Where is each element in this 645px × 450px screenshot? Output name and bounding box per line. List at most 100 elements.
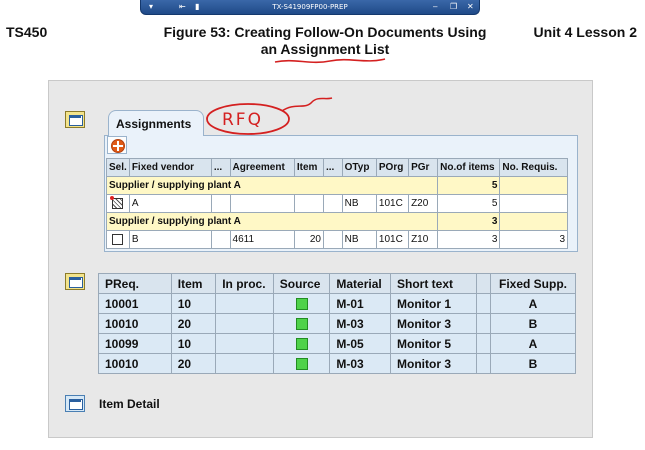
restore-icon[interactable]: ❐ <box>450 0 457 14</box>
item-cell: 10 <box>170 333 217 354</box>
col-no-items[interactable]: No.of items <box>437 158 501 177</box>
short-text-cell: Monitor 1 <box>390 293 477 314</box>
assignments-table: Sel. Fixed vendor ... Agreement Item ...… <box>105 158 568 249</box>
col-pgr[interactable]: PGr <box>408 158 439 177</box>
unit-lesson: Unit 4 Lesson 2 <box>533 24 637 40</box>
more-cell <box>322 230 343 249</box>
item-detail-label[interactable]: Item Detail <box>99 397 160 411</box>
col-source[interactable]: Source <box>272 273 331 294</box>
preq-cell: 10010 <box>98 313 172 334</box>
in-proc-cell <box>215 353 274 374</box>
requisitions-table: PReq. Item In proc. Source Material Shor… <box>98 273 576 374</box>
group-label: Supplier / supplying plant A <box>105 176 439 195</box>
col-item[interactable]: Item <box>293 158 324 177</box>
more-cell <box>322 194 343 213</box>
select-cell[interactable] <box>106 230 130 249</box>
preq-cell: 10001 <box>98 293 172 314</box>
items-cell: 3 <box>437 230 501 249</box>
col-no-requis[interactable]: No. Requis. <box>499 158 568 177</box>
requis-cell: 3 <box>499 230 568 249</box>
create-icon <box>111 139 125 153</box>
requisition-row[interactable]: 10001 10 M-01 Monitor 1 A <box>98 293 576 314</box>
vendor-cell: B <box>128 230 212 249</box>
item-cell: 20 <box>293 230 324 249</box>
source-cell <box>272 313 331 334</box>
blank-cell <box>475 333 492 354</box>
col-agreement[interactable]: Agreement <box>229 158 295 177</box>
material-cell: M-03 <box>329 313 391 334</box>
source-cell <box>272 333 331 354</box>
requisition-row[interactable]: 10010 20 M-03 Monitor 3 B <box>98 313 576 334</box>
source-green-icon[interactable] <box>295 298 308 311</box>
requisition-row[interactable]: 10010 20 M-03 Monitor 3 B <box>98 353 576 374</box>
rfq-annotation: RFQ <box>206 97 333 135</box>
col-fixed-vendor[interactable]: Fixed vendor <box>128 158 212 177</box>
select-checkbox[interactable] <box>112 233 124 245</box>
col-material[interactable]: Material <box>329 273 391 294</box>
close-icon[interactable]: ✕ <box>467 0 474 14</box>
item-cell: 20 <box>170 353 217 374</box>
create-document-button[interactable] <box>107 136 127 154</box>
fixed-supp-cell: B <box>490 353 576 374</box>
pgr-cell: Z20 <box>408 194 439 213</box>
short-text-cell: Monitor 3 <box>390 313 477 334</box>
short-text-cell: Monitor 3 <box>390 353 477 374</box>
otyp-cell: NB <box>341 230 377 249</box>
col-otyp[interactable]: OTyp <box>341 158 377 177</box>
more-cell <box>210 194 231 213</box>
handwritten-underline <box>274 58 386 64</box>
requisition-row[interactable]: 10099 10 M-05 Monitor 5 A <box>98 333 576 354</box>
col-short-text[interactable]: Short text <box>390 273 477 294</box>
group-row[interactable]: Supplier / supplying plant A 5 <box>105 176 568 195</box>
requisitions-header-row: PReq. Item In proc. Source Material Shor… <box>98 273 576 294</box>
assignment-row[interactable]: A NB 101C Z20 5 <box>106 194 568 213</box>
minimize-icon[interactable]: – <box>433 0 437 14</box>
assignments-header-row: Sel. Fixed vendor ... Agreement Item ...… <box>106 158 568 177</box>
material-cell: M-05 <box>329 333 391 354</box>
figure-title-line1: Figure 53: Creating Follow-On Documents … <box>163 24 487 40</box>
group-requis <box>499 212 568 231</box>
col-item[interactable]: Item <box>170 273 217 294</box>
vendor-cell: A <box>128 194 212 213</box>
source-green-icon[interactable] <box>295 358 308 371</box>
session-title: TX-S41909FP00-PREP <box>272 3 348 11</box>
select-checkbox[interactable] <box>110 195 124 209</box>
otyp-cell: NB <box>341 194 377 213</box>
item-cell <box>293 194 324 213</box>
col-blank[interactable] <box>475 273 492 294</box>
col-preq[interactable]: PReq. <box>98 273 172 294</box>
fixed-supp-cell: B <box>490 313 576 334</box>
remote-session-bar: ▾ ⇤ ▮ TX-S41909FP00-PREP – ❐ ✕ <box>140 0 480 15</box>
porg-cell: 101C <box>375 194 410 213</box>
more-cell <box>210 230 231 249</box>
col-more-2[interactable]: ... <box>322 158 343 177</box>
in-proc-cell <box>215 333 274 354</box>
requisition-pane-icon[interactable] <box>65 273 85 290</box>
col-porg[interactable]: POrg <box>375 158 410 177</box>
col-in-proc[interactable]: In proc. <box>215 273 274 294</box>
assignment-row[interactable]: B 4611 20 NB 101C Z10 3 3 <box>106 230 568 249</box>
col-sel[interactable]: Sel. <box>106 158 130 177</box>
col-more-1[interactable]: ... <box>210 158 231 177</box>
assignment-pane-icon[interactable] <box>65 111 85 128</box>
group-row[interactable]: Supplier / supplying plant A 3 <box>105 212 568 231</box>
item-detail-icon[interactable] <box>65 395 85 412</box>
preq-cell: 10099 <box>98 333 172 354</box>
short-text-cell: Monitor 5 <box>390 333 477 354</box>
tab-assignments[interactable]: Assignments <box>108 110 204 136</box>
pgr-cell: Z10 <box>408 230 439 249</box>
select-cell[interactable] <box>106 194 130 213</box>
in-proc-cell <box>215 313 274 334</box>
items-cell: 5 <box>437 194 501 213</box>
source-green-icon[interactable] <box>295 318 308 331</box>
fixed-supp-cell: A <box>490 293 576 314</box>
course-code: TS450 <box>6 24 48 40</box>
material-cell: M-03 <box>329 353 391 374</box>
source-cell <box>272 353 331 374</box>
item-cell: 10 <box>170 293 217 314</box>
source-green-icon[interactable] <box>295 338 308 351</box>
blank-cell <box>475 293 492 314</box>
requis-cell <box>499 194 568 213</box>
col-fixed-supp[interactable]: Fixed Supp. <box>490 273 576 294</box>
material-cell: M-01 <box>329 293 391 314</box>
